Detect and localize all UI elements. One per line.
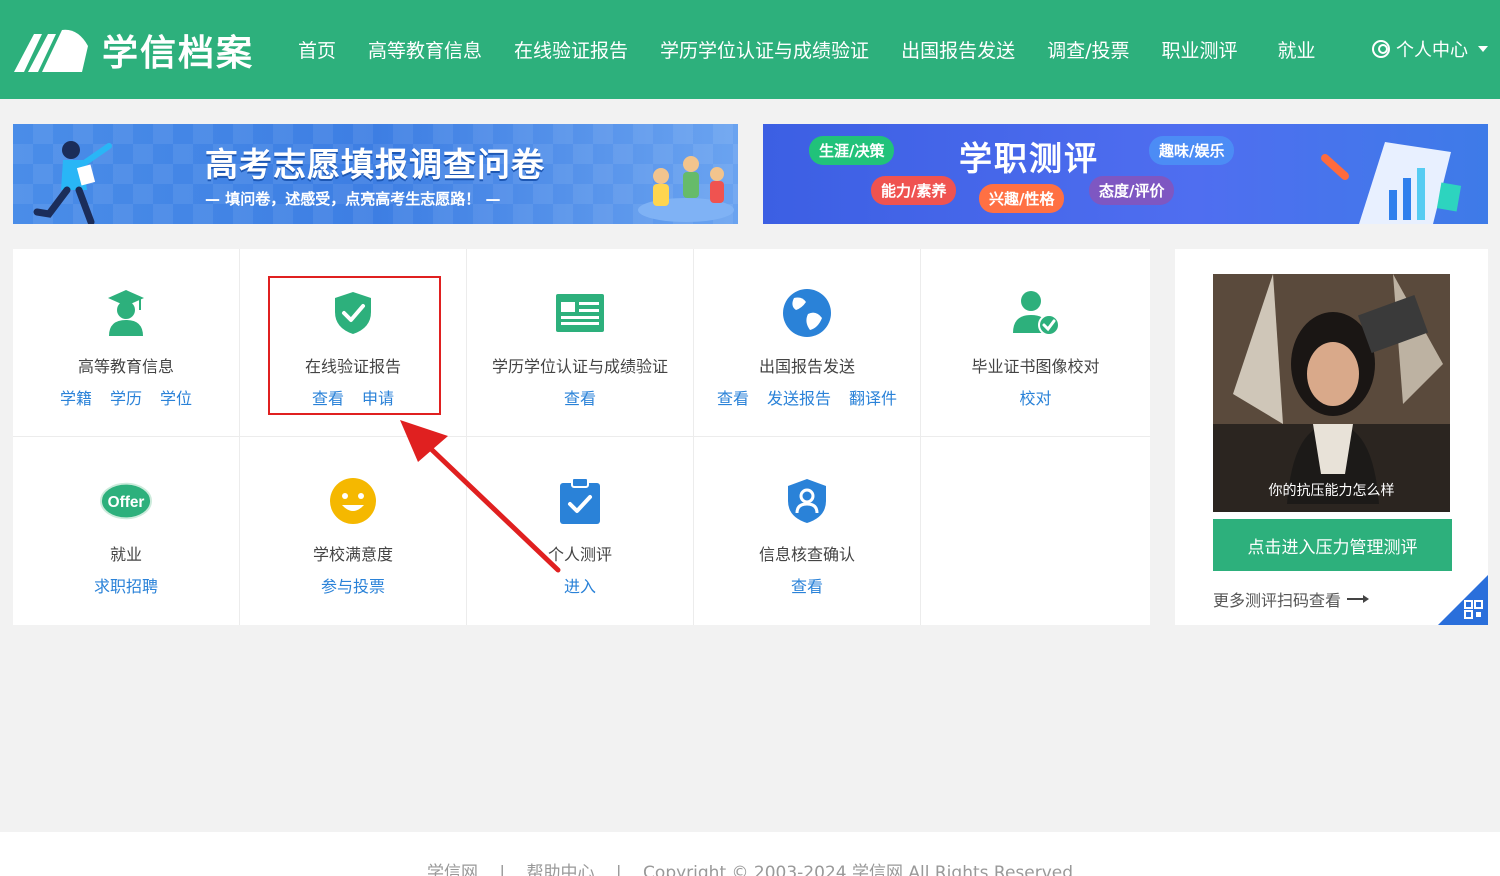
user-shield-icon: [781, 475, 833, 527]
career-banner-title: 学职测评: [959, 139, 1099, 178]
offer-icon: Offer: [100, 475, 152, 527]
grid-title: 信息核查确认: [758, 545, 855, 564]
grid-item-overseas-report[interactable]: 出国报告发送 查看 发送报告 翻译件: [694, 249, 921, 437]
footer-link-help[interactable]: 帮助中心: [527, 863, 595, 876]
user-circle-icon: [1372, 40, 1390, 58]
tag-fun: 趣味/娱乐: [1149, 136, 1235, 165]
top-header: 学信档案 首页 高等教育信息 在线验证报告 学历学位认证与成绩验证 出国报告发送…: [0, 0, 1500, 99]
arrow-right-icon: [1347, 595, 1370, 603]
id-card-icon: [554, 287, 606, 339]
people-meeting-icon: [638, 156, 734, 222]
svg-text:Offer: Offer: [108, 494, 145, 511]
footer-copyright: Copyright © 2003-2024 学信网 All Rights Res…: [643, 863, 1074, 876]
link-job-search[interactable]: 求职招聘: [94, 573, 158, 597]
smile-icon: [327, 475, 379, 527]
highlight-box: [268, 276, 441, 415]
qr-code-icon[interactable]: [1438, 575, 1488, 625]
footer-link-chsi[interactable]: 学信网: [427, 863, 478, 876]
service-grid: 高等教育信息 学籍 学历 学位 在线验证报告 查看 申请 学历学位认证与成绩验证…: [13, 249, 1150, 625]
more-tests-link[interactable]: 更多测评扫码查看: [1213, 587, 1371, 611]
banner-survey[interactable]: 高考志愿填报调查问卷 — 填问卷，述感受，点亮高考生志愿路！ —: [13, 124, 738, 224]
tag-career: 生涯/决策: [809, 136, 895, 165]
footer-separator: |: [615, 863, 622, 876]
link-proofread[interactable]: 校对: [1019, 385, 1051, 409]
link-send-report[interactable]: 发送报告: [767, 385, 831, 409]
user-check-icon: [1010, 287, 1062, 339]
footer-separator: |: [499, 863, 506, 876]
link-view-verification[interactable]: 查看: [564, 385, 596, 409]
graduate-icon: [100, 287, 152, 339]
running-girl-icon: [33, 141, 112, 224]
tag-ability: 能力/素养: [871, 176, 957, 205]
nav-degree-verification[interactable]: 学历学位认证与成绩验证: [644, 36, 885, 63]
stress-test-button[interactable]: 点击进入压力管理测评: [1213, 519, 1452, 571]
link-student-status[interactable]: 学籍: [60, 385, 92, 409]
chevron-down-icon: [1478, 46, 1488, 52]
nav-career-test[interactable]: 职业测评: [1145, 36, 1253, 63]
grid-item-info-verification[interactable]: 信息核查确认 查看: [694, 437, 921, 625]
stressed-woman-icon: [1213, 274, 1450, 512]
user-center-menu[interactable]: 个人中心: [1372, 36, 1488, 62]
nav-overseas-report[interactable]: 出国报告发送: [885, 36, 1031, 63]
user-center-label: 个人中心: [1396, 40, 1468, 61]
link-translation[interactable]: 翻译件: [849, 385, 897, 409]
survey-banner-title: 高考志愿填报调查问卷: [205, 145, 545, 184]
link-view-info[interactable]: 查看: [791, 573, 823, 597]
link-vote[interactable]: 参与投票: [321, 573, 385, 597]
logo-icon: [14, 29, 88, 72]
logo-text: 学信档案: [102, 33, 255, 74]
grid-title: 学历学位认证与成绩验证: [491, 357, 668, 376]
nav-online-report[interactable]: 在线验证报告: [498, 36, 644, 63]
report-chart-icon: [1321, 142, 1462, 224]
stress-photo[interactable]: 你的抗压能力怎么样: [1213, 274, 1450, 512]
grid-title: 高等教育信息: [77, 357, 174, 376]
grid-item-higher-education[interactable]: 高等教育信息 学籍 学历 学位: [13, 249, 240, 437]
footer: 学信网 | 帮助中心 | Copyright © 2003-2024 学信网 A…: [0, 832, 1500, 876]
globe-icon: [781, 287, 833, 339]
banner-career-test[interactable]: 生涯/决策 能力/素养 兴趣/性格 态度/评价 趣味/娱乐 学职测评: [763, 124, 1488, 224]
nav-home[interactable]: 首页: [282, 36, 352, 63]
red-arrow-icon: [400, 420, 561, 573]
grid-item-certificate-check[interactable]: 毕业证书图像校对 校对: [921, 249, 1150, 437]
main-nav: 首页 高等教育信息 在线验证报告 学历学位认证与成绩验证 出国报告发送 调查/投…: [282, 0, 1338, 99]
grid-title: 就业: [109, 545, 142, 564]
more-tests-label: 更多测评扫码查看: [1213, 591, 1342, 610]
stress-test-card: 你的抗压能力怎么样 点击进入压力管理测评 更多测评扫码查看: [1175, 249, 1488, 625]
link-education[interactable]: 学历: [110, 385, 142, 409]
survey-banner-subtitle: — 填问卷，述感受，点亮高考生志愿路！ —: [205, 190, 501, 208]
tag-attitude: 态度/评价: [1089, 176, 1175, 205]
link-degree[interactable]: 学位: [160, 385, 192, 409]
photo-caption: 你的抗压能力怎么样: [1268, 483, 1395, 499]
grid-title: 毕业证书图像校对: [971, 357, 1100, 376]
grid-item-employment[interactable]: Offer 就业 求职招聘: [13, 437, 240, 625]
grid-item-degree-verification[interactable]: 学历学位认证与成绩验证 查看: [467, 249, 694, 437]
nav-employment[interactable]: 就业: [1262, 36, 1332, 63]
site-logo[interactable]: 学信档案: [12, 24, 254, 76]
link-view-overseas[interactable]: 查看: [717, 385, 749, 409]
grid-item-empty: [921, 437, 1150, 625]
nav-survey-vote[interactable]: 调查/投票: [1031, 36, 1145, 63]
nav-higher-education[interactable]: 高等教育信息: [352, 36, 498, 63]
tag-interest: 兴趣/性格: [979, 184, 1065, 213]
grid-title: 出国报告发送: [758, 357, 855, 376]
